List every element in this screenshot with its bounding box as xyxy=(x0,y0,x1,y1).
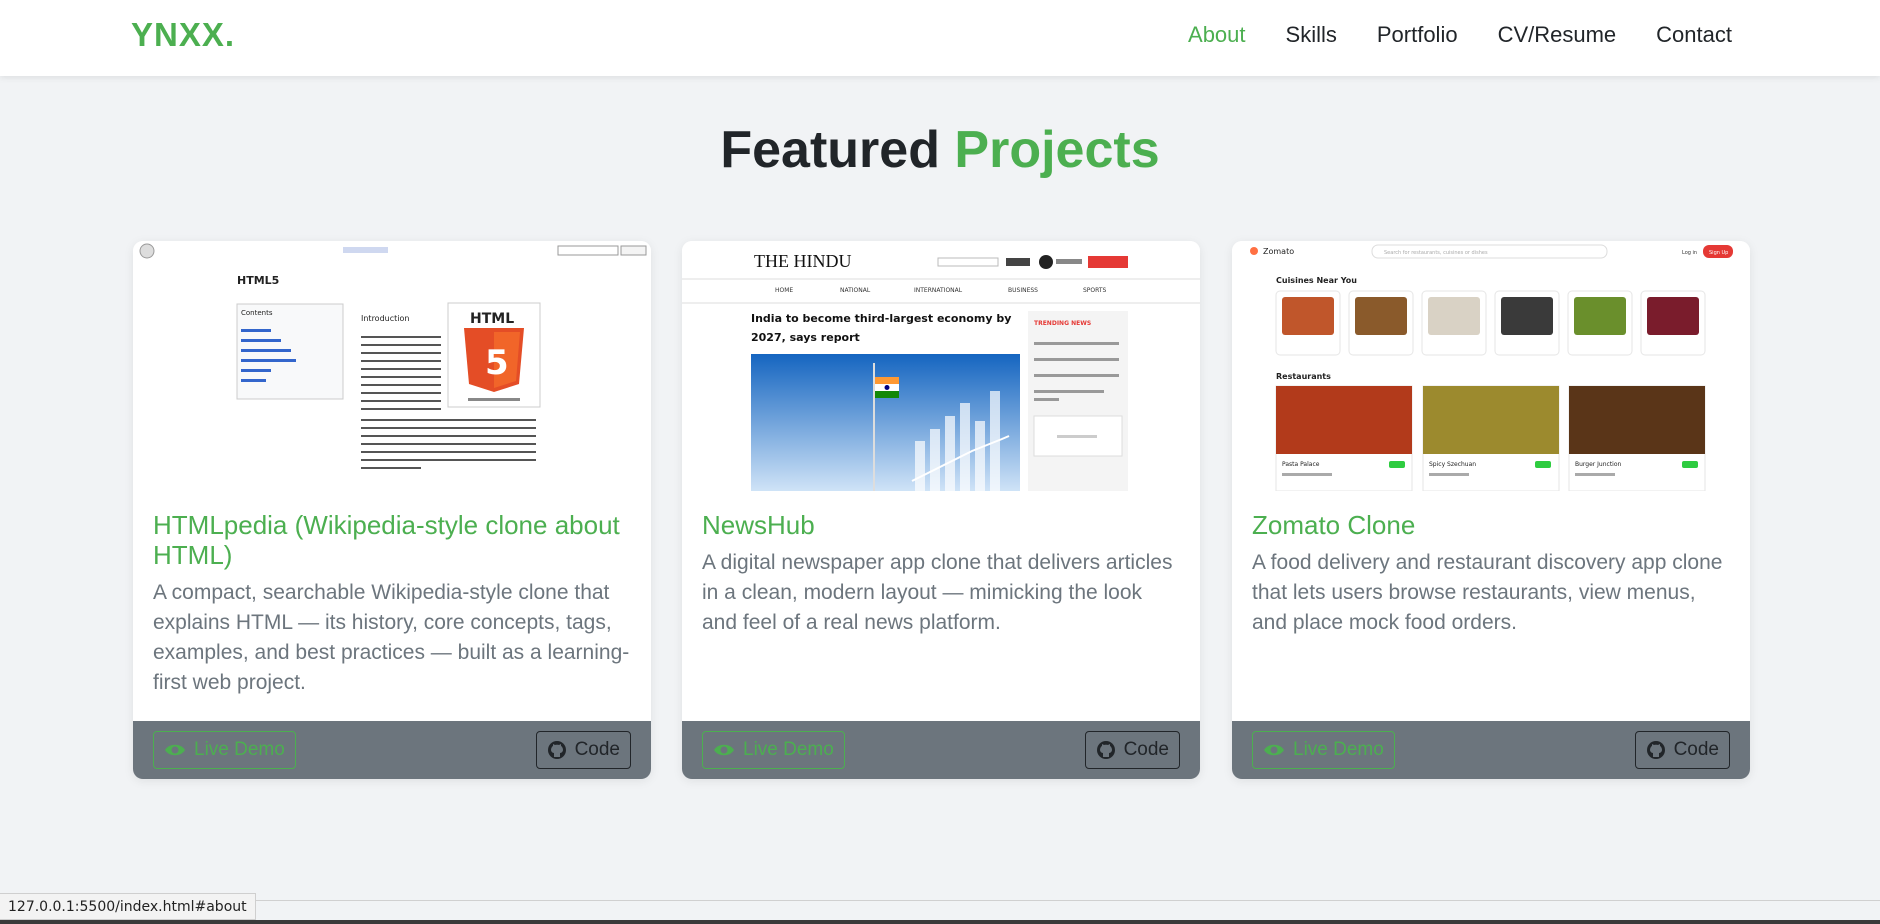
newspaper-masthead: THE HINDU xyxy=(754,251,851,271)
github-icon xyxy=(1646,741,1665,759)
eye-icon xyxy=(1264,744,1284,756)
zomato-logo: Zomato xyxy=(1263,247,1294,256)
nav-portfolio[interactable]: Portfolio xyxy=(1377,22,1458,48)
html5-logo-number: 5 xyxy=(485,343,509,383)
project-thumbnail-zomato[interactable]: Zomato Search for restaurants, cuisines … xyxy=(1232,241,1750,491)
project-description: A digital newspaper app clone that deliv… xyxy=(702,551,1173,634)
svg-text:Contents: Contents xyxy=(241,309,273,317)
project-description: A compact, searchable Wikipedia-style cl… xyxy=(153,581,630,694)
project-title: HTMLpedia (Wikipedia-style clone about H… xyxy=(153,510,620,570)
code-label: Code xyxy=(574,739,620,760)
svg-text:2027, says report: 2027, says report xyxy=(751,331,860,344)
card-body: Zomato Clone A food delivery and restaur… xyxy=(1252,510,1730,638)
section-title-accent: Projects xyxy=(954,121,1160,179)
card-footer: Live Demo Code xyxy=(1232,721,1750,779)
svg-text:Burger Junction: Burger Junction xyxy=(1575,461,1622,468)
svg-text:Pasta Palace: Pasta Palace xyxy=(1282,461,1320,468)
browser-status-url: 127.0.0.1:5500/index.html#about xyxy=(0,893,256,920)
live-demo-button[interactable]: Live Demo xyxy=(702,731,845,769)
section-title-plain: Featured xyxy=(720,121,940,179)
svg-text:NATIONAL: NATIONAL xyxy=(840,287,871,294)
svg-text:Restaurants: Restaurants xyxy=(1276,372,1331,381)
svg-text:TRENDING NEWS: TRENDING NEWS xyxy=(1034,320,1091,327)
html5-logo-text: HTML xyxy=(470,311,514,327)
card-body: NewsHub A digital newspaper app clone th… xyxy=(702,510,1180,638)
project-thumbnail-htmlpedia[interactable]: HTML5 Contents Introduction HTML 5 xyxy=(133,241,651,491)
page-divider xyxy=(0,900,1880,901)
svg-text:Search for restaurants, cuisin: Search for restaurants, cuisines or dish… xyxy=(1384,250,1488,256)
nav-about[interactable]: About xyxy=(1188,22,1246,48)
github-icon xyxy=(547,741,566,759)
nav-links: About Skills Portfolio CV/Resume Contact xyxy=(1188,22,1732,48)
nav-contact[interactable]: Contact xyxy=(1656,22,1732,48)
code-button[interactable]: Code xyxy=(1084,731,1180,769)
project-card-newshub: THE HINDU HOME NATIONAL INTERNATIONAL BU… xyxy=(682,241,1200,779)
project-title: Zomato Clone xyxy=(1252,510,1416,540)
svg-text:Sign Up: Sign Up xyxy=(1709,250,1728,256)
code-label: Code xyxy=(1673,739,1719,760)
card-body: HTMLpedia (Wikipedia-style clone about H… xyxy=(153,510,631,698)
svg-text:HOME: HOME xyxy=(775,287,793,294)
card-footer: Live Demo Code xyxy=(133,721,651,779)
card-footer: Live Demo Code xyxy=(682,721,1200,779)
eye-icon xyxy=(714,744,734,756)
brand-logo[interactable]: YNXX. xyxy=(131,16,235,54)
live-demo-button[interactable]: Live Demo xyxy=(153,731,296,769)
svg-text:SPORTS: SPORTS xyxy=(1083,287,1107,294)
code-button[interactable]: Code xyxy=(1634,731,1730,769)
project-thumbnail-newshub[interactable]: THE HINDU HOME NATIONAL INTERNATIONAL BU… xyxy=(682,241,1200,491)
project-title: NewsHub xyxy=(702,510,815,540)
live-demo-label: Live Demo xyxy=(1293,739,1384,760)
svg-text:Log in: Log in xyxy=(1682,250,1697,256)
svg-text:Spicy Szechuan: Spicy Szechuan xyxy=(1429,461,1476,468)
section-title: Featured Projects xyxy=(0,120,1880,180)
live-demo-button[interactable]: Live Demo xyxy=(1252,731,1395,769)
svg-text:INTERNATIONAL: INTERNATIONAL xyxy=(914,287,963,294)
live-demo-label: Live Demo xyxy=(194,739,285,760)
nav-cv[interactable]: CV/Resume xyxy=(1498,22,1617,48)
navbar: YNXX. About Skills Portfolio CV/Resume C… xyxy=(0,0,1880,76)
svg-text:BUSINESS: BUSINESS xyxy=(1008,287,1038,294)
svg-text:Introduction: Introduction xyxy=(361,314,409,323)
project-card-zomato: Zomato Search for restaurants, cuisines … xyxy=(1232,241,1750,779)
bottom-edge xyxy=(0,920,1880,924)
code-button[interactable]: Code xyxy=(535,731,631,769)
eye-icon xyxy=(165,744,185,756)
github-icon xyxy=(1096,741,1115,759)
nav-skills[interactable]: Skills xyxy=(1286,22,1337,48)
thumb-heading: HTML5 xyxy=(237,274,279,287)
code-label: Code xyxy=(1123,739,1169,760)
svg-text:Cuisines Near You: Cuisines Near You xyxy=(1276,276,1357,285)
news-headline: India to become third-largest economy by xyxy=(751,312,1011,325)
live-demo-label: Live Demo xyxy=(743,739,834,760)
project-card-htmlpedia: HTML5 Contents Introduction HTML 5 HTMLp… xyxy=(133,241,651,779)
project-description: A food delivery and restaurant discovery… xyxy=(1252,551,1723,634)
